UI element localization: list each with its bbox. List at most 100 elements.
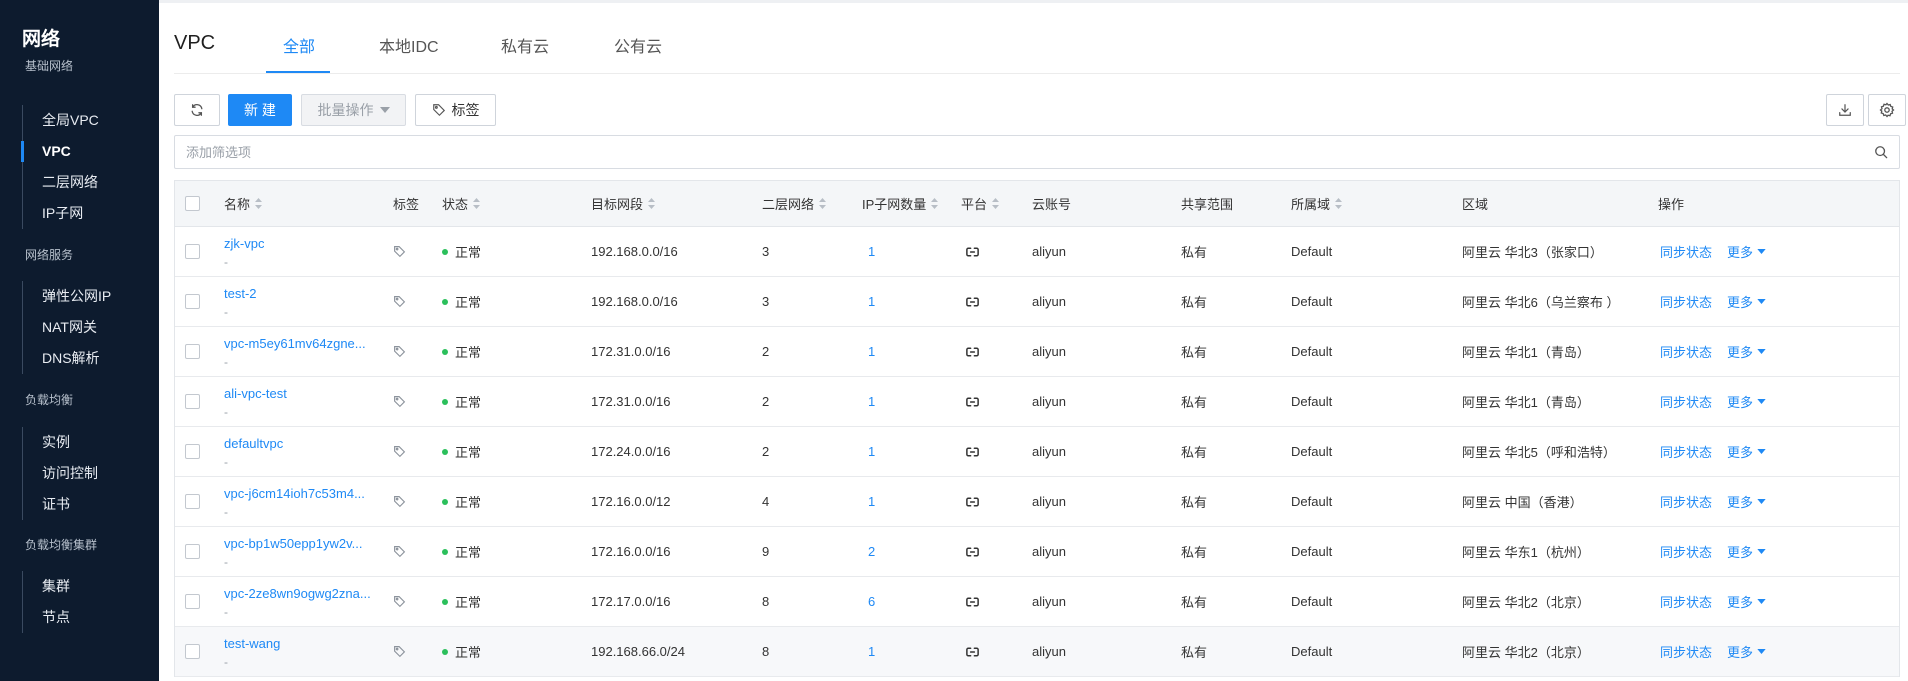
- sync-status-link[interactable]: 同步状态: [1660, 292, 1712, 311]
- share-scope: 私有: [1181, 395, 1208, 410]
- sidebar-item-nat-gateway[interactable]: NAT网关: [23, 312, 159, 343]
- row-checkbox[interactable]: [185, 394, 200, 409]
- subnet-count-link[interactable]: 1: [868, 277, 875, 326]
- more-dropdown[interactable]: 更多: [1727, 242, 1766, 261]
- sync-status-link[interactable]: 同步状态: [1660, 392, 1712, 411]
- row-checkbox[interactable]: [185, 494, 200, 509]
- sidebar-item-vpc[interactable]: VPC: [21, 136, 159, 167]
- tag-icon[interactable]: [393, 445, 406, 458]
- tab-all[interactable]: 全部: [283, 33, 315, 57]
- subnet-count-link[interactable]: 1: [868, 427, 875, 476]
- header-region: 区域: [1462, 197, 1489, 212]
- more-dropdown[interactable]: 更多: [1727, 342, 1766, 361]
- header-platform[interactable]: 平台: [961, 181, 1000, 226]
- header-domain[interactable]: 所属域: [1291, 181, 1343, 226]
- page-title: VPC: [174, 32, 216, 54]
- tag-icon[interactable]: [393, 345, 406, 358]
- tag-icon[interactable]: [393, 495, 406, 508]
- tag-icon[interactable]: [393, 595, 406, 608]
- filter-input[interactable]: [175, 136, 1825, 168]
- select-all-checkbox[interactable]: [185, 196, 200, 211]
- more-dropdown[interactable]: 更多: [1727, 442, 1766, 461]
- row-checkbox[interactable]: [185, 344, 200, 359]
- tag-icon[interactable]: [393, 295, 406, 308]
- vpc-name-link[interactable]: vpc-m5ey61mv64zgne...: [224, 336, 366, 351]
- region-value: 阿里云 华北1（青岛）: [1462, 395, 1590, 410]
- row-checkbox[interactable]: [185, 644, 200, 659]
- vpc-name-link[interactable]: vpc-bp1w50epp1yw2v...: [224, 536, 363, 551]
- cidr-value: 192.168.66.0/24: [591, 644, 685, 659]
- row-checkbox[interactable]: [185, 444, 200, 459]
- vpc-description: -: [224, 305, 228, 319]
- link-icon: [966, 447, 979, 456]
- refresh-button[interactable]: [174, 94, 220, 126]
- sidebar-item-instances[interactable]: 实例: [23, 427, 159, 458]
- header-status[interactable]: 状态: [442, 181, 481, 226]
- tag-icon[interactable]: [393, 645, 406, 658]
- more-dropdown[interactable]: 更多: [1727, 392, 1766, 411]
- tab-local-idc[interactable]: 本地IDC: [379, 33, 439, 57]
- sidebar-item-eip[interactable]: 弹性公网IP: [23, 281, 159, 312]
- tag-icon[interactable]: [393, 245, 406, 258]
- subnet-count-link[interactable]: 6: [868, 577, 875, 626]
- sort-icon: [473, 198, 481, 209]
- sync-status-link[interactable]: 同步状态: [1660, 242, 1712, 261]
- vpc-name-link[interactable]: zjk-vpc: [224, 236, 264, 251]
- vpc-name-link[interactable]: vpc-2ze8wn9ogwg2zna...: [224, 586, 371, 601]
- sidebar-item-l2-network[interactable]: 二层网络: [23, 167, 159, 198]
- subnet-count-link[interactable]: 1: [868, 477, 875, 526]
- tab-private-cloud[interactable]: 私有云: [501, 33, 549, 57]
- tag-button[interactable]: 标签: [415, 94, 496, 126]
- vpc-name-link[interactable]: test-2: [224, 286, 257, 301]
- row-checkbox[interactable]: [185, 244, 200, 259]
- vpc-name-link[interactable]: defaultvpc: [224, 436, 283, 451]
- sidebar-item-nodes[interactable]: 节点: [23, 602, 159, 633]
- sidebar-item-ip-subnet[interactable]: IP子网: [23, 198, 159, 229]
- header-cidr[interactable]: 目标网段: [591, 181, 656, 226]
- row-checkbox[interactable]: [185, 544, 200, 559]
- search-icon[interactable]: [1874, 145, 1888, 159]
- sidebar-item-certificates[interactable]: 证书: [23, 489, 159, 520]
- link-icon: [966, 547, 979, 556]
- more-dropdown[interactable]: 更多: [1727, 642, 1766, 661]
- batch-operations-dropdown[interactable]: 批量操作: [301, 94, 406, 126]
- status-text: 正常: [455, 495, 482, 510]
- new-button[interactable]: 新 建: [228, 94, 292, 126]
- share-scope: 私有: [1181, 545, 1208, 560]
- download-button[interactable]: [1826, 94, 1864, 126]
- more-dropdown[interactable]: 更多: [1727, 592, 1766, 611]
- row-checkbox[interactable]: [185, 294, 200, 309]
- header-subnet-count[interactable]: IP子网数量: [862, 181, 939, 226]
- more-dropdown[interactable]: 更多: [1727, 292, 1766, 311]
- subnet-count-link[interactable]: 1: [868, 377, 875, 426]
- sidebar-item-dns[interactable]: DNS解析: [23, 343, 159, 374]
- sync-status-link[interactable]: 同步状态: [1660, 342, 1712, 361]
- more-dropdown[interactable]: 更多: [1727, 492, 1766, 511]
- tab-public-cloud[interactable]: 公有云: [614, 33, 662, 57]
- sync-status-link[interactable]: 同步状态: [1660, 492, 1712, 511]
- subnet-count-link[interactable]: 1: [868, 627, 875, 676]
- vpc-name-link[interactable]: vpc-j6cm14ioh7c53m4...: [224, 486, 365, 501]
- header-cidr-label: 目标网段: [591, 197, 644, 212]
- tag-icon[interactable]: [393, 395, 406, 408]
- tag-icon[interactable]: [393, 545, 406, 558]
- settings-button[interactable]: [1868, 94, 1906, 126]
- row-checkbox[interactable]: [185, 594, 200, 609]
- sync-status-link[interactable]: 同步状态: [1660, 442, 1712, 461]
- sync-status-link[interactable]: 同步状态: [1660, 592, 1712, 611]
- subnet-count-link[interactable]: 1: [868, 327, 875, 376]
- header-name[interactable]: 名称: [224, 181, 263, 226]
- vpc-name-link[interactable]: ali-vpc-test: [224, 386, 287, 401]
- header-operations: 操作: [1658, 197, 1685, 212]
- sidebar-item-access-control[interactable]: 访问控制: [23, 458, 159, 489]
- more-dropdown[interactable]: 更多: [1727, 542, 1766, 561]
- header-l2-network[interactable]: 二层网络: [762, 181, 827, 226]
- sync-status-link[interactable]: 同步状态: [1660, 542, 1712, 561]
- vpc-name-link[interactable]: test-wang: [224, 636, 280, 651]
- sidebar-item-cluster[interactable]: 集群: [23, 571, 159, 602]
- subnet-count-link[interactable]: 1: [868, 227, 875, 276]
- sidebar-item-global-vpc[interactable]: 全局VPC: [23, 105, 159, 136]
- header-domain-label: 所属域: [1291, 197, 1331, 212]
- sync-status-link[interactable]: 同步状态: [1660, 642, 1712, 661]
- subnet-count-link[interactable]: 2: [868, 527, 875, 576]
